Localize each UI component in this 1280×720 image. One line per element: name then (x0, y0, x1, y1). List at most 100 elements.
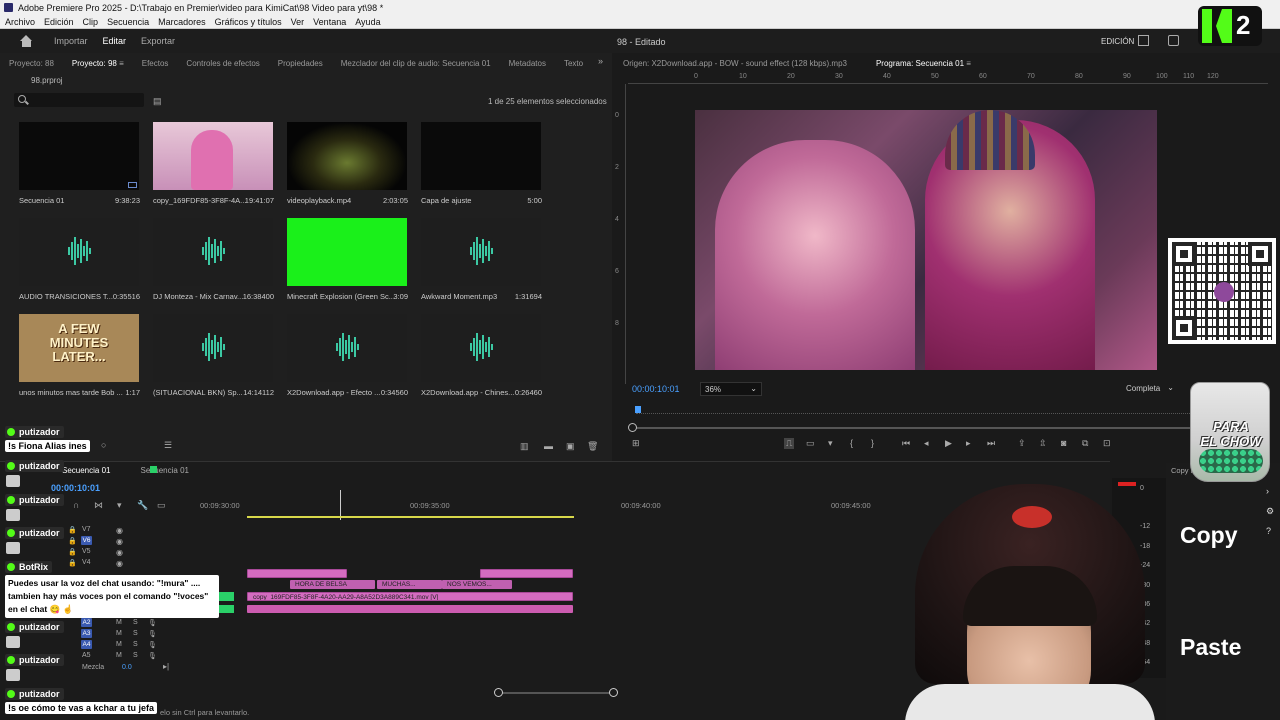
search-input[interactable] (14, 93, 144, 107)
share-icon[interactable] (1168, 35, 1179, 46)
more-tabs-icon[interactable]: » (598, 56, 603, 66)
home-icon[interactable] (20, 35, 33, 47)
gear-icon[interactable]: ⚙ (1266, 506, 1274, 517)
tab-programa[interactable]: Programa: Secuencia 01 (876, 59, 971, 68)
timeline-zoom-scrollbar[interactable] (500, 692, 614, 694)
freeform-view-icon[interactable]: ▥ (520, 441, 529, 452)
zoom-select[interactable]: 36% ⌄ (700, 382, 762, 396)
eye-icon[interactable]: ◉ (116, 537, 123, 546)
resolution-select[interactable]: Completa ⌄ (1122, 382, 1178, 396)
work-area-bar[interactable] (247, 516, 574, 518)
settings-icon[interactable]: ⊞ (632, 438, 640, 449)
monitor-zoom-scrollbar[interactable] (632, 427, 1266, 429)
menu-edicion[interactable]: Edición (44, 17, 74, 27)
menu-archivo[interactable]: Archivo (5, 17, 35, 27)
chevron-right-icon[interactable]: › (1266, 486, 1269, 496)
tab-secuencia-2[interactable]: Secuencia 01 (140, 466, 188, 475)
thumb-audio-transiciones[interactable] (19, 218, 139, 286)
eye-icon[interactable]: ◉ (116, 548, 123, 557)
clip-nos-vemos[interactable]: NOS VEMOS... (442, 580, 512, 589)
track-label-a3[interactable]: A3 (81, 629, 92, 638)
tab-controles[interactable]: Controles de efectos (186, 59, 259, 68)
button-editor-icon[interactable]: ⊡ (1103, 438, 1111, 449)
tab-editar[interactable]: Editar (103, 36, 127, 46)
lock-icon[interactable]: 🔒 (68, 559, 77, 567)
workspaces-icon[interactable] (1138, 35, 1149, 46)
track-label-a4[interactable]: A4 (81, 640, 92, 649)
tab-origen[interactable]: Origen: X2Download.app - BOW - sound eff… (623, 59, 847, 68)
thumb-dj-monteza[interactable] (153, 218, 273, 286)
eye-icon[interactable]: ◉ (116, 526, 123, 535)
list-view-icon[interactable]: ☰ (164, 440, 172, 451)
mic-icon[interactable]: 🎙 (148, 652, 157, 660)
clip-main-audio[interactable] (247, 605, 573, 613)
help-icon[interactable]: ? (1266, 526, 1271, 536)
copy-button[interactable]: Copy (1180, 522, 1238, 549)
menu-secuencia[interactable]: Secuencia (107, 17, 149, 27)
clip-v-top-2[interactable] (480, 569, 573, 578)
program-video-frame[interactable] (695, 110, 1157, 370)
add-marker-icon[interactable]: ⎍ (784, 438, 795, 449)
mic-icon[interactable]: 🎙 (148, 641, 157, 649)
step-forward-icon[interactable]: ▸ (966, 438, 971, 449)
thumb-awkward-moment[interactable] (421, 218, 541, 286)
mark-out-icon[interactable]: } (871, 438, 874, 448)
play-icon[interactable]: ▶ (945, 438, 952, 449)
lift-icon[interactable]: ⇪ (1018, 438, 1026, 449)
zoom-slider-knob[interactable]: ○ (101, 440, 106, 450)
new-item-icon[interactable]: ▣ (566, 441, 575, 452)
tab-importar[interactable]: Importar (54, 36, 88, 46)
track-label-a2[interactable]: A2 (81, 618, 92, 627)
linked-selection-icon[interactable]: ⋈ (94, 500, 103, 511)
new-bin-icon[interactable]: ▤ (153, 96, 162, 107)
go-to-out-icon[interactable]: ⏭ (987, 438, 995, 449)
go-to-end-icon[interactable]: ▸| (163, 662, 169, 671)
tab-secuencia-1[interactable]: Secuencia 01 (62, 466, 110, 475)
go-to-in-icon[interactable]: ⏮ (902, 438, 910, 449)
mute-icon[interactable]: M (116, 619, 122, 626)
eye-icon[interactable]: ◉ (116, 559, 123, 568)
solo-icon[interactable]: S (133, 619, 138, 626)
tab-efectos[interactable]: Efectos (142, 59, 169, 68)
clip-hora-de-belsa[interactable]: HORA DE BELSA (290, 580, 375, 589)
clip-main-video[interactable]: copy_169FDF85-3F8F-4A20-AA29-A8A52D3A889… (247, 592, 573, 601)
new-bin-icon[interactable]: ▬ (544, 441, 553, 451)
clip-v-top-1[interactable] (247, 569, 347, 578)
track-label-v6[interactable]: V6 (81, 536, 92, 545)
marker-icon[interactable]: ▾ (828, 438, 833, 449)
add-marker-icon[interactable]: ▾ (117, 500, 122, 511)
tab-mezclador[interactable]: Mezclador del clip de audio: Secuencia 0… (341, 59, 491, 68)
mic-icon[interactable]: 🎙 (148, 630, 157, 638)
camera-icon[interactable]: ◙ (1061, 438, 1066, 448)
monitor-playhead-marker[interactable] (635, 406, 641, 413)
paste-button[interactable]: Paste (1180, 634, 1241, 661)
tab-proyecto-88[interactable]: Proyecto: 88 (9, 59, 54, 68)
mute-icon[interactable]: M (116, 630, 122, 637)
track-label-v4[interactable]: V4 (82, 559, 91, 566)
tab-propiedades[interactable]: Propiedades (278, 59, 323, 68)
menu-graficos[interactable]: Gráficos y títulos (215, 17, 282, 27)
thumb-minecraft-explosion[interactable] (287, 218, 407, 286)
thumb-copy[interactable] (153, 122, 273, 190)
clip-muchas[interactable]: MUCHAS... (377, 580, 442, 589)
menu-ayuda[interactable]: Ayuda (355, 17, 380, 27)
menu-ventana[interactable]: Ventana (313, 17, 346, 27)
tab-texto[interactable]: Texto (564, 59, 583, 68)
monitor-time-ruler[interactable] (636, 404, 1266, 414)
trash-icon[interactable]: 🗑 (587, 441, 598, 452)
timeline-timecode[interactable]: 00:00:10:01 (51, 483, 100, 493)
track-label-v7[interactable]: V7 (82, 526, 91, 533)
thumb-situacional[interactable] (153, 314, 273, 382)
thumb-capa-ajuste[interactable] (421, 122, 541, 190)
program-timecode[interactable]: 00:00:10:01 (632, 384, 680, 394)
wrench-icon[interactable]: 🔧 (137, 500, 148, 511)
menu-clip[interactable]: Clip (83, 17, 99, 27)
thumb-x2download-efecto[interactable] (287, 314, 407, 382)
mute-icon[interactable]: M (116, 652, 122, 659)
scrollbar-handle-right[interactable] (609, 688, 618, 697)
thumb-videoplayback[interactable] (287, 122, 407, 190)
safe-margins-icon[interactable]: ▭ (806, 438, 815, 449)
thumb-few-minutes-later[interactable]: A FEW MINUTES LATER... (19, 314, 139, 382)
extract-icon[interactable]: ⇫ (1039, 438, 1047, 449)
track-target-v1[interactable] (219, 592, 234, 601)
